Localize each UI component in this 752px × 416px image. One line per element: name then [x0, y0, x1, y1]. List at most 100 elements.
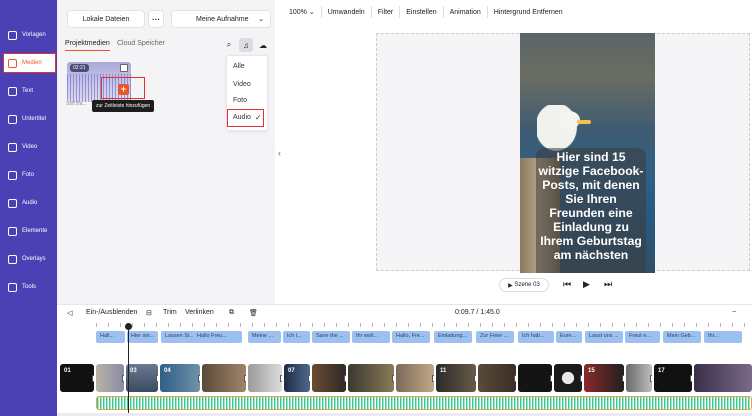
video-segment[interactable] — [554, 364, 582, 392]
nav-item-overlays[interactable]: Overlays — [4, 250, 55, 268]
nav-item-untertitel[interactable]: Untertitel — [4, 110, 55, 128]
trim-handle[interactable] — [432, 375, 434, 382]
video-segment[interactable]: 04 — [160, 364, 200, 392]
split-icon[interactable]: ⊟ — [146, 309, 152, 317]
toolbar-einstellen[interactable]: Einstellen — [406, 9, 436, 16]
trim-handle[interactable] — [622, 375, 624, 382]
toolbar-filter[interactable]: Filter — [378, 9, 394, 16]
volume-icon[interactable]: ◁ — [67, 309, 72, 317]
add-to-timeline-button[interactable]: + — [118, 84, 129, 95]
more-options-button[interactable]: ··· — [148, 10, 164, 28]
caption-clip[interactable]: Zur Feier ... — [476, 331, 514, 343]
filter-option-alle[interactable]: Alle — [233, 63, 245, 70]
tab-cloud-speicher[interactable]: Cloud Speicher — [117, 40, 165, 47]
trim-handle[interactable] — [344, 375, 346, 382]
caption-clip[interactable]: Hallo, Fre... — [392, 331, 430, 343]
trim-handle[interactable] — [244, 375, 246, 382]
video-segment[interactable]: 15 — [584, 364, 624, 392]
playhead[interactable] — [125, 323, 132, 413]
skip-forward-icon[interactable]: ⏭ — [604, 279, 612, 290]
copy-icon[interactable]: ⧉ — [229, 309, 234, 317]
my-recording-dropdown[interactable]: Meine Aufnahme ⌄ — [171, 10, 271, 28]
caption-clip[interactable]: Einladung... — [434, 331, 472, 343]
zoom-select[interactable]: 100% ⌄ — [289, 8, 315, 16]
trim-handle[interactable] — [156, 375, 158, 382]
trim-handle[interactable] — [690, 375, 692, 382]
nav-item-foto[interactable]: Foto — [4, 166, 55, 184]
caption-clip[interactable]: Lasst uns ... — [585, 331, 623, 343]
cloud-icon[interactable]: ☁ — [256, 38, 270, 52]
video-segment[interactable]: 01 — [60, 364, 94, 392]
video-segment[interactable] — [248, 364, 282, 392]
trim-handle[interactable] — [198, 375, 200, 382]
trim-handle[interactable] — [474, 375, 476, 382]
nav-item-medien[interactable]: Medien — [3, 53, 56, 73]
video-segment[interactable] — [348, 364, 394, 392]
caption-clip[interactable]: Mein Geb... — [663, 331, 701, 343]
trim-handle[interactable] — [580, 375, 582, 382]
audio-track[interactable] — [96, 396, 752, 410]
filter-option-foto[interactable]: Foto — [233, 97, 247, 104]
nav-item-tools[interactable]: Tools — [4, 278, 55, 296]
trim-handle[interactable] — [514, 375, 516, 382]
fade-toggle[interactable]: Ein-/Ausblenden — [86, 309, 137, 316]
tab-projektmedien[interactable]: Projektmedien — [65, 40, 110, 51]
trim-handle[interactable] — [280, 375, 282, 382]
caption-clip[interactable]: Ihr woll... — [352, 331, 390, 343]
caption-clip[interactable]: Freut e... — [625, 331, 660, 343]
delete-icon[interactable] — [120, 64, 128, 72]
caption-clip[interactable]: Ich hab... — [518, 331, 554, 343]
local-files-button[interactable]: Lokale Dateien — [67, 10, 145, 28]
nav-item-text[interactable]: Text — [4, 82, 55, 100]
trim-button[interactable]: Trim — [163, 309, 177, 316]
caption-clip[interactable]: Eure... — [556, 331, 582, 343]
trim-handle[interactable] — [122, 375, 124, 382]
nav-item-vorlagen[interactable]: Vorlagen — [4, 26, 55, 44]
caption-clip[interactable]: Hall... — [96, 331, 125, 343]
play-button[interactable]: ▶ — [583, 279, 590, 290]
toolbar-animation[interactable]: Animation — [450, 9, 481, 16]
caption-clip[interactable]: Meine ... — [248, 331, 281, 343]
video-segment[interactable]: 03 — [126, 364, 158, 392]
caption-clip[interactable]: Save the ... — [312, 331, 350, 343]
search-icon[interactable]: ⌕ — [222, 38, 236, 52]
unlink-button[interactable]: Verlinken — [185, 309, 214, 316]
trash-icon[interactable]: 🗑 — [249, 309, 258, 317]
video-segment[interactable] — [626, 364, 652, 392]
caption-clip[interactable]: Ihr... — [704, 331, 742, 343]
video-segment[interactable]: 11 — [436, 364, 476, 392]
trim-handle[interactable] — [650, 375, 652, 382]
caption-text[interactable]: Hier sind 15 witzige Facebook-Posts, mit… — [536, 148, 646, 273]
collapse-panel-icon[interactable]: ‹ — [278, 148, 281, 158]
scene-button[interactable]: ▶ Szene 03 — [499, 278, 549, 292]
video-segment[interactable] — [312, 364, 346, 392]
caption-clip[interactable]: Hier sin... — [127, 331, 158, 343]
music-filter-icon[interactable]: ♫ — [239, 38, 253, 52]
toolbar-umwandeln[interactable]: Umwandeln — [328, 9, 365, 16]
trim-handle[interactable] — [308, 375, 310, 382]
trim-handle[interactable] — [550, 375, 552, 382]
filter-option-video[interactable]: Video — [233, 81, 251, 88]
video-segment[interactable] — [478, 364, 516, 392]
nav-item-elemente[interactable]: Elemente — [4, 222, 55, 240]
zoom-out-icon[interactable]: − — [732, 309, 736, 316]
nav-item-video[interactable]: Video — [4, 138, 55, 156]
video-segment[interactable] — [694, 364, 752, 392]
toolbar-hintergrund[interactable]: Hintergrund Entfernen — [494, 9, 563, 16]
video-segment[interactable]: 07 — [284, 364, 310, 392]
trim-handle[interactable] — [92, 375, 94, 382]
video-segment[interactable] — [202, 364, 246, 392]
skip-back-icon[interactable]: ⏮ — [563, 279, 571, 290]
thumbnail-name: Soft Ba... — [66, 101, 87, 107]
timeline-ruler[interactable] — [96, 323, 752, 327]
video-segment[interactable] — [396, 364, 434, 392]
video-segment[interactable] — [96, 364, 124, 392]
nav-item-audio[interactable]: Audio — [4, 194, 55, 212]
video-segment[interactable] — [518, 364, 552, 392]
recording-label: Meine Aufnahme — [196, 15, 249, 23]
trim-handle[interactable] — [392, 375, 394, 382]
video-segment[interactable]: 17 — [654, 364, 692, 392]
caption-clip[interactable]: Hallo Freu... — [193, 331, 242, 343]
video-frame[interactable]: Hier sind 15 witzige Facebook-Posts, mit… — [520, 33, 655, 273]
caption-clip[interactable]: Ich l... — [283, 331, 310, 343]
